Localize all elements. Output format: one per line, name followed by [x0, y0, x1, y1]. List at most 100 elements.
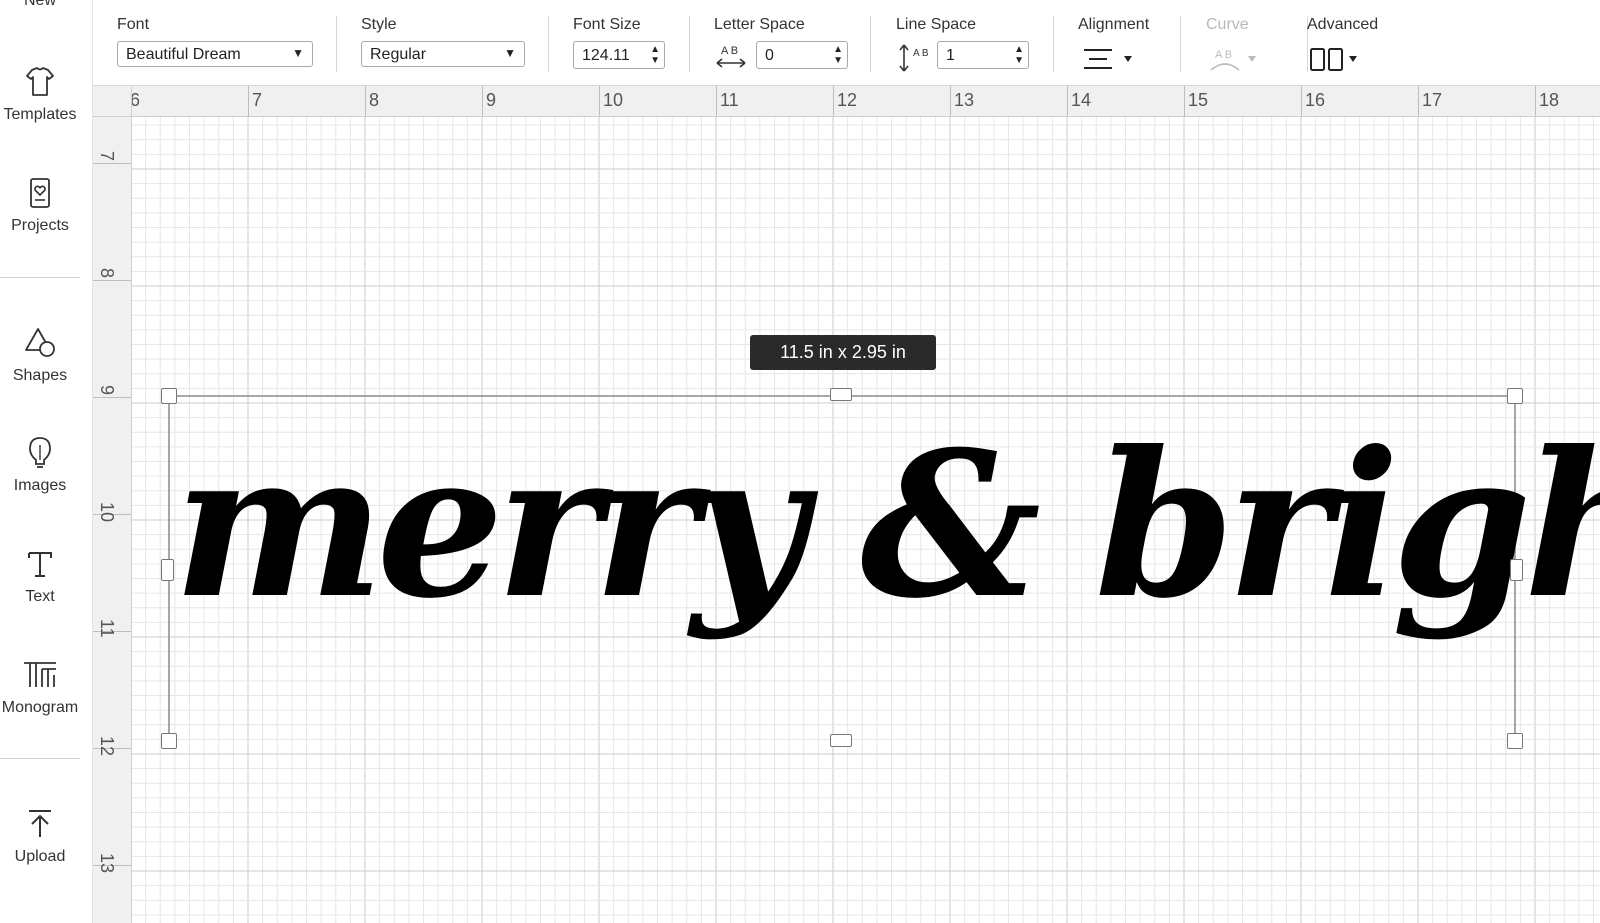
advanced-label: Advanced [1307, 16, 1379, 33]
toolbar-separator [870, 16, 871, 72]
font-value: Beautiful Dream [126, 46, 241, 63]
alignment-group: Alignment [1078, 0, 1168, 85]
sidebar-item-label: New [23, 0, 56, 9]
font-label: Font [117, 16, 150, 33]
curve-label: Curve [1206, 16, 1249, 33]
chevron-down-icon: ▼ [292, 46, 304, 60]
style-label: Style [361, 16, 397, 33]
line-space-group: Line Space A B 1 ▲ ▼ [896, 0, 1036, 85]
ruler-label-horizontal: 12 [837, 90, 858, 110]
ruler-label-vertical: 13 [97, 853, 117, 874]
ruler-label-horizontal: 8 [369, 90, 380, 110]
sidebar-item-text[interactable]: Text [0, 544, 80, 606]
left-sidebar: New Templates Projects Shapes Images Tex… [0, 0, 93, 923]
style-select[interactable]: Regular ▼ [361, 41, 525, 67]
text-toolbar: Font Beautiful Dream ▼ Style Regular ▼ F… [93, 0, 1600, 86]
style-group: Style Regular ▼ [361, 0, 531, 85]
ruler-tick [1067, 86, 1068, 116]
font-select[interactable]: Beautiful Dream ▼ [117, 41, 313, 67]
curve-group: Curve A B [1206, 0, 1286, 85]
chevron-down-icon: ▼ [504, 46, 516, 60]
font-size-label: Font Size [573, 16, 641, 33]
ruler-corner [93, 86, 132, 117]
ruler-label-vertical: 8 [97, 268, 117, 279]
ruler-tick [1184, 86, 1185, 116]
toolbar-separator [689, 16, 690, 72]
sidebar-item-templates[interactable]: Templates [0, 62, 80, 124]
stepper-arrows-icon[interactable]: ▲ ▼ [1014, 44, 1024, 66]
align-center-icon[interactable] [1082, 46, 1138, 72]
resize-handle-bottom[interactable] [830, 734, 852, 747]
resize-handle-top-left[interactable] [161, 388, 177, 404]
ruler-tick [1535, 86, 1536, 116]
ruler-label-vertical: 9 [97, 385, 117, 396]
sidebar-item-projects[interactable]: Projects [0, 173, 80, 235]
line-space-label: Line Space [896, 16, 977, 33]
letter-space-stepper[interactable]: 0 ▲ ▼ [756, 41, 848, 69]
ruler-horizontal: 6 7 8 9 10 11 12 13 14 15 16 17 18 [93, 86, 1600, 117]
resize-handle-bottom-right[interactable] [1507, 733, 1523, 749]
resize-handle-right[interactable] [1510, 559, 1523, 581]
ruler-label-horizontal: 13 [954, 90, 975, 110]
font-size-stepper[interactable]: 124.11 ▲ ▼ [573, 41, 665, 69]
text-t-icon [28, 552, 52, 577]
ruler-label-horizontal: 9 [486, 90, 497, 110]
ruler-tick [93, 397, 131, 398]
upload-icon [29, 810, 51, 837]
lightbulb-icon [29, 437, 51, 468]
font-group: Font Beautiful Dream ▼ [117, 0, 317, 85]
ruler-vertical: 7 8 9 10 11 12 13 [93, 86, 132, 923]
line-space-stepper[interactable]: 1 ▲ ▼ [937, 41, 1029, 69]
resize-handle-bottom-left[interactable] [161, 733, 177, 749]
sidebar-divider [0, 758, 80, 759]
toolbar-separator [548, 16, 549, 72]
ruler-label-horizontal: 14 [1071, 90, 1092, 110]
ruler-label-vertical: 10 [97, 502, 117, 523]
ruler-label-vertical: 12 [97, 736, 117, 757]
letter-space-group: Letter Space A B 0 ▲ ▼ [714, 0, 854, 85]
ruler-tick [482, 86, 483, 116]
ruler-tick [365, 86, 366, 116]
letter-space-icon: A B [716, 45, 746, 68]
sidebar-item-label: Templates [3, 106, 77, 123]
design-text-merry-and-bright[interactable]: merry & bright [173, 376, 1600, 736]
resize-handle-top[interactable] [830, 388, 852, 401]
ruler-tick [93, 280, 131, 281]
sidebar-item-upload[interactable]: Upload [0, 804, 80, 866]
sidebar-item-label: Monogram [1, 699, 79, 716]
design-canvas[interactable]: 6 7 8 9 10 11 12 13 14 15 16 17 18 7 8 9 10 11 12 13 11.5 … [93, 86, 1600, 923]
alignment-label: Alignment [1078, 16, 1150, 33]
line-space-value: 1 [946, 47, 955, 64]
sidebar-item-label: Images [13, 477, 67, 494]
style-value: Regular [370, 46, 427, 63]
sidebar-item-images[interactable]: Images [0, 433, 80, 495]
sidebar-item-shapes[interactable]: Shapes [0, 323, 80, 385]
curve-icon-text: A B [1215, 49, 1232, 61]
advanced-icon[interactable] [1309, 46, 1369, 74]
ruler-label-horizontal: 11 [720, 90, 739, 110]
sidebar-item-new[interactable]: New [0, 0, 80, 10]
curve-icon: A B [1210, 49, 1256, 71]
resize-handle-left[interactable] [161, 559, 174, 581]
ruler-tick [716, 86, 717, 116]
letter-space-icon-text: A B [721, 45, 738, 57]
ruler-label-horizontal: 17 [1422, 90, 1443, 110]
ruler-tick [950, 86, 951, 116]
line-space-icon: A B [899, 44, 929, 72]
toolbar-separator [1180, 16, 1181, 72]
advanced-group: Advanced [1307, 0, 1407, 85]
sidebar-item-monogram[interactable]: Monogram [0, 655, 80, 717]
ruler-label-horizontal: 18 [1539, 90, 1560, 110]
font-size-value: 124.11 [582, 47, 630, 64]
ruler-label-horizontal: 16 [1305, 90, 1326, 110]
shapes-icon [25, 328, 55, 357]
sidebar-item-label: Projects [11, 217, 69, 234]
letter-space-label: Letter Space [714, 16, 805, 33]
dimension-tooltip: 11.5 in x 2.95 in [750, 335, 936, 370]
stepper-arrows-icon[interactable]: ▲ ▼ [833, 44, 843, 66]
letter-space-value: 0 [765, 47, 774, 64]
resize-handle-top-right[interactable] [1507, 388, 1523, 404]
ruler-tick [599, 86, 600, 116]
sidebar-item-label: Shapes [12, 367, 68, 384]
stepper-arrows-icon[interactable]: ▲ ▼ [650, 44, 660, 66]
